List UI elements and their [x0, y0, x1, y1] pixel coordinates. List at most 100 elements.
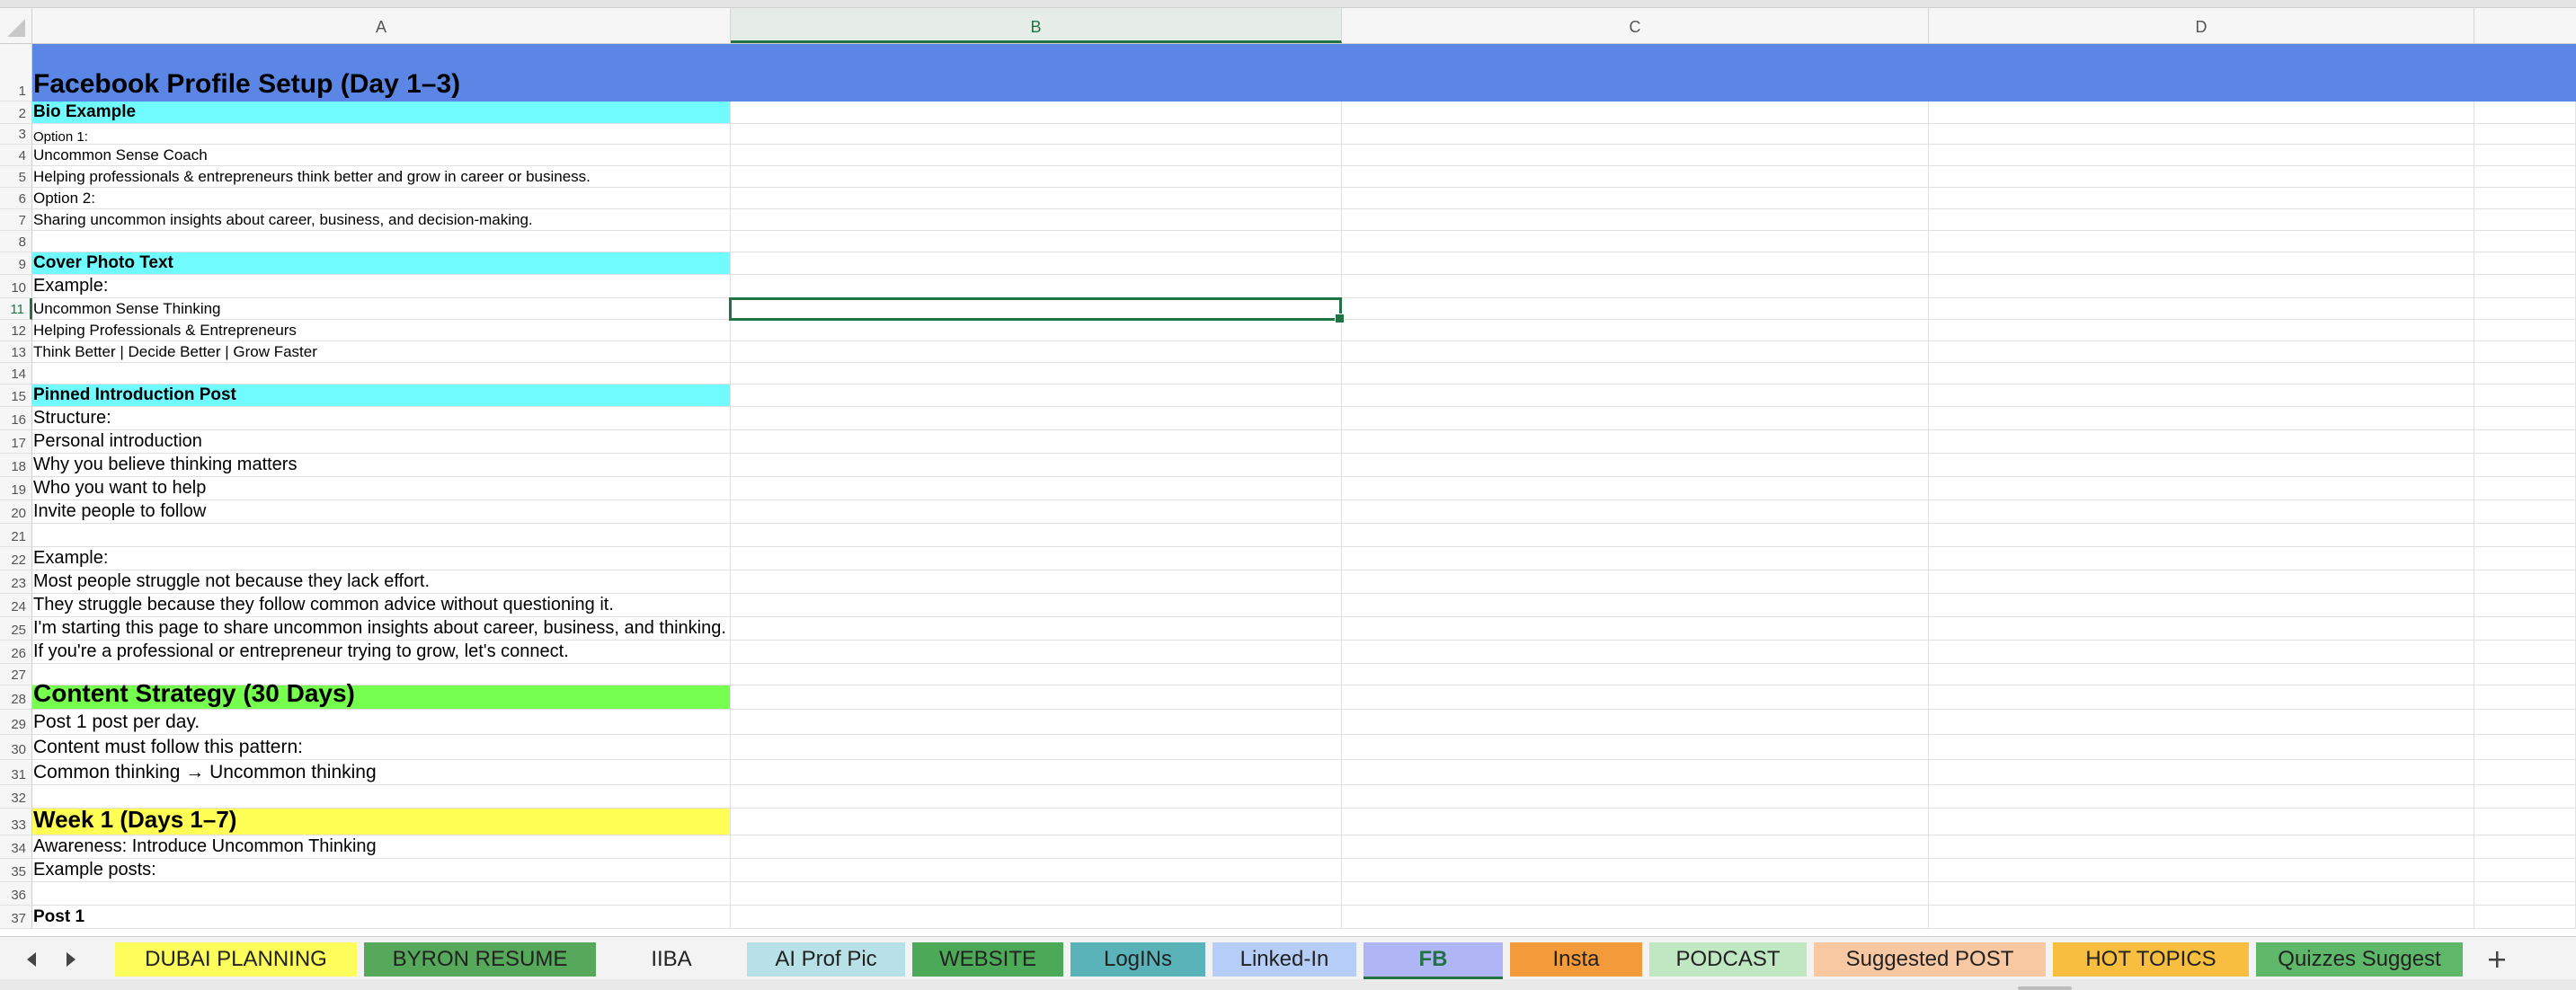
- row-header[interactable]: 6: [0, 188, 32, 209]
- cell[interactable]: [731, 477, 1342, 500]
- row-header[interactable]: 17: [0, 430, 32, 454]
- column-header-b[interactable]: B: [731, 8, 1342, 43]
- cell[interactable]: [1929, 594, 2474, 617]
- cell[interactable]: [731, 363, 1342, 385]
- row-header[interactable]: 12: [0, 320, 32, 341]
- cell[interactable]: [1342, 785, 1929, 809]
- cell[interactable]: [731, 252, 1342, 275]
- cell[interactable]: [1929, 275, 2474, 298]
- horizontal-scroll-thumb[interactable]: [2018, 986, 2072, 990]
- cell[interactable]: [32, 524, 731, 547]
- cell[interactable]: [1929, 320, 2474, 341]
- cell[interactable]: [1929, 363, 2474, 385]
- cell[interactable]: [1929, 524, 2474, 547]
- cell[interactable]: [731, 547, 1342, 570]
- cell[interactable]: [2474, 252, 2576, 275]
- cell[interactable]: [1342, 641, 1929, 664]
- cell[interactable]: [1342, 685, 1929, 710]
- cell[interactable]: [1342, 835, 1929, 859]
- cell[interactable]: [731, 407, 1342, 430]
- cell[interactable]: [1929, 570, 2474, 594]
- sheet-tab-suggested-post[interactable]: Suggested POST: [1814, 942, 2046, 977]
- cell[interactable]: [731, 906, 1342, 929]
- cell[interactable]: [731, 664, 1342, 685]
- cell[interactable]: [2474, 320, 2576, 341]
- horizontal-scroll-track[interactable]: [0, 979, 2576, 990]
- cell[interactable]: [1342, 760, 1929, 785]
- sheet-tab-quizzes-suggest[interactable]: Quizzes Suggest: [2256, 942, 2463, 977]
- cell[interactable]: [2474, 363, 2576, 385]
- cell[interactable]: [731, 710, 1342, 735]
- cell[interactable]: [1342, 363, 1929, 385]
- cell[interactable]: [731, 641, 1342, 664]
- cell[interactable]: [1342, 735, 1929, 760]
- row-header[interactable]: 23: [0, 570, 32, 594]
- row-header[interactable]: 24: [0, 594, 32, 617]
- cell[interactable]: [2474, 275, 2576, 298]
- spreadsheet-grid[interactable]: ABCD 1 Facebook Profile Setup (Day 1–3) 2 B…: [0, 8, 2576, 936]
- row-header[interactable]: 9: [0, 252, 32, 275]
- cell[interactable]: [731, 102, 1342, 124]
- cell[interactable]: [1929, 430, 2474, 454]
- cell[interactable]: [731, 385, 1342, 407]
- cell[interactable]: [1342, 320, 1929, 341]
- cell[interactable]: [2474, 685, 2576, 710]
- column-header-c[interactable]: C: [1342, 8, 1929, 43]
- cell[interactable]: [1929, 341, 2474, 363]
- cell[interactable]: [1929, 735, 2474, 760]
- cell[interactable]: [1929, 188, 2474, 209]
- cell[interactable]: [731, 341, 1342, 363]
- cell[interactable]: [731, 145, 1342, 166]
- cell[interactable]: [1929, 685, 2474, 710]
- cell[interactable]: [1929, 835, 2474, 859]
- cell[interactable]: [731, 785, 1342, 809]
- row-header[interactable]: 26: [0, 641, 32, 664]
- row-header[interactable]: 8: [0, 231, 32, 252]
- cell[interactable]: [731, 166, 1342, 188]
- cell[interactable]: [731, 124, 1342, 145]
- sheet-tab-linked-in[interactable]: Linked-In: [1212, 942, 1356, 977]
- cell[interactable]: [731, 524, 1342, 547]
- cell[interactable]: [1342, 102, 1929, 124]
- cell[interactable]: [1929, 882, 2474, 906]
- cell[interactable]: [2474, 385, 2576, 407]
- cell[interactable]: [731, 570, 1342, 594]
- sheet-tab-logins[interactable]: LogINs: [1070, 942, 1205, 977]
- row-header[interactable]: 30: [0, 735, 32, 760]
- cell[interactable]: [1342, 710, 1929, 735]
- cell[interactable]: [2474, 760, 2576, 785]
- cell[interactable]: [2474, 231, 2576, 252]
- cell[interactable]: [1929, 477, 2474, 500]
- row-header[interactable]: 11: [0, 298, 32, 320]
- cell[interactable]: [731, 835, 1342, 859]
- selected-cell-outline[interactable]: [729, 297, 1345, 323]
- cell[interactable]: [32, 882, 731, 906]
- cell[interactable]: [1929, 124, 2474, 145]
- cell[interactable]: [2474, 124, 2576, 145]
- cell[interactable]: [1929, 710, 2474, 735]
- cell[interactable]: [731, 760, 1342, 785]
- cell[interactable]: [731, 882, 1342, 906]
- cell[interactable]: [1929, 407, 2474, 430]
- cell[interactable]: [1342, 298, 1929, 320]
- cell[interactable]: [2474, 298, 2576, 320]
- sheet-tab-fb[interactable]: FB: [1364, 942, 1503, 979]
- cell[interactable]: [1342, 166, 1929, 188]
- row-header[interactable]: 2: [0, 102, 32, 124]
- cell[interactable]: [2474, 641, 2576, 664]
- cell[interactable]: [2474, 906, 2576, 929]
- cell[interactable]: [731, 275, 1342, 298]
- cell[interactable]: [32, 102, 731, 124]
- cell[interactable]: [2474, 617, 2576, 641]
- cell[interactable]: [1342, 524, 1929, 547]
- cell[interactable]: [1342, 809, 1929, 835]
- cell[interactable]: [1342, 275, 1929, 298]
- cell[interactable]: [1342, 882, 1929, 906]
- cell[interactable]: [731, 859, 1342, 882]
- cell[interactable]: [1929, 252, 2474, 275]
- cell[interactable]: [1342, 547, 1929, 570]
- cell[interactable]: [1342, 594, 1929, 617]
- cell[interactable]: [1929, 906, 2474, 929]
- cell[interactable]: [1342, 124, 1929, 145]
- sheet-tab-website[interactable]: WEBSITE: [912, 942, 1063, 977]
